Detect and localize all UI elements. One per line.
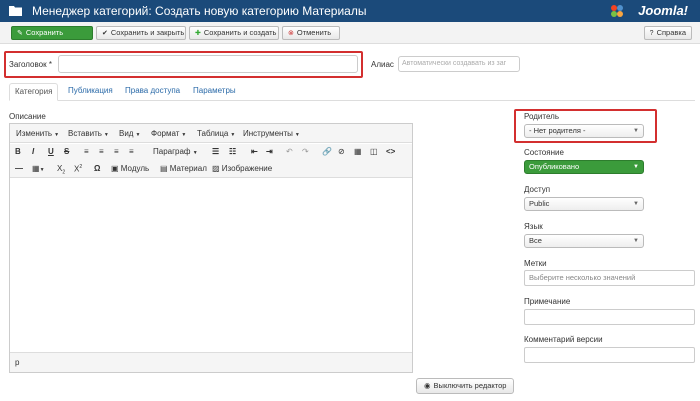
access-select[interactable]: Public ▼ <box>524 197 644 211</box>
save-close-button[interactable]: ✔ Сохранить и закрыть <box>96 26 186 40</box>
state-select[interactable]: Опубликовано ▼ <box>524 160 644 174</box>
joomla-logo-icon <box>611 5 623 17</box>
eye-icon: ◉ <box>424 381 431 390</box>
chevron-down-icon: ▼ <box>633 164 639 170</box>
app-header: Менеджер категорий: Создать новую катего… <box>0 0 700 22</box>
unlink-icon[interactable]: ⊘ <box>338 147 345 156</box>
menu-format[interactable]: Формат ▼ <box>151 129 186 138</box>
bullet-list-icon[interactable]: ☰ <box>212 147 219 156</box>
chevron-down-icon: ▼ <box>633 201 639 207</box>
language-label: Язык <box>524 222 543 231</box>
save-button[interactable]: ✎ Сохранить <box>11 26 93 40</box>
menu-tools[interactable]: Инструменты ▼ <box>243 129 300 138</box>
tab-options[interactable]: Параметры <box>188 83 241 101</box>
parent-select[interactable]: - Нет родителя - ▼ <box>524 124 644 138</box>
strikethrough-icon[interactable]: S <box>64 147 69 156</box>
indent-icon[interactable]: ⇥ <box>266 147 273 156</box>
toolbar: ✎ Сохранить ✔ Сохранить и закрыть ✚ Сохрани… <box>0 22 700 44</box>
special-char-icon[interactable]: Ω <box>94 164 100 173</box>
redo-icon[interactable]: ↷ <box>302 147 309 156</box>
check-icon: ✔ <box>102 30 108 37</box>
menu-insert[interactable]: Вставить ▼ <box>68 129 109 138</box>
editor-menubar: Изменить ▼ Вставить ▼ Вид ▼ Формат ▼ Таблица… <box>10 124 412 143</box>
editor-toolbar-row-2: — ▦▼ X2 X2 Ω ▣ Модуль ▤ Материал ▨ Изобр… <box>10 161 412 178</box>
title-label: Заголовок * <box>9 60 52 69</box>
tags-label: Метки <box>524 259 547 268</box>
question-icon: ? <box>649 30 654 37</box>
chevron-down-icon: ▼ <box>633 238 639 244</box>
numbered-list-icon[interactable]: ☷ <box>229 147 236 156</box>
page-title: Менеджер категорий: Создать новую катего… <box>32 4 367 18</box>
state-label: Состояние <box>524 148 564 157</box>
cancel-icon: ⊗ <box>288 30 294 37</box>
align-right-icon[interactable]: ≡ <box>114 147 119 156</box>
picture-icon: ▨ <box>212 164 220 173</box>
underline-icon[interactable]: U <box>48 147 54 156</box>
superscript-icon[interactable]: X2 <box>74 164 82 174</box>
tab-permissions[interactable]: Права доступа <box>120 83 185 101</box>
alias-label: Алиас <box>371 60 394 69</box>
version-note-label: Комментарий версии <box>524 335 603 344</box>
editor-toolbar-row-1: B I U S ≡ ≡ ≡ ≡ Параграф ▼ ☰ ☷ ⇤ ⇥ ↶ ↷ 🔗… <box>10 144 412 161</box>
module-button[interactable]: ▣ Модуль <box>111 164 149 173</box>
subscript-icon[interactable]: X2 <box>57 164 65 176</box>
language-select[interactable]: Все ▼ <box>524 234 644 248</box>
toggle-editor-button[interactable]: ◉ Выключить редактор <box>416 378 515 394</box>
horizontal-rule-icon[interactable]: — <box>15 164 23 173</box>
alias-input[interactable]: Автоматически создавать из заг <box>398 56 520 72</box>
cancel-button[interactable]: ⊗ Отменить <box>282 26 340 40</box>
paragraph-select[interactable]: Параграф ▼ <box>153 147 198 156</box>
italic-icon[interactable]: I <box>32 147 34 156</box>
chevron-down-icon: ▼ <box>633 128 639 134</box>
version-note-input[interactable] <box>524 347 695 363</box>
save-icon: ✎ <box>17 30 23 37</box>
align-center-icon[interactable]: ≡ <box>99 147 104 156</box>
joomla-logo-text: Joomla! <box>638 3 688 18</box>
note-label: Примечание <box>524 297 571 306</box>
editor-status-bar: p <box>10 352 412 372</box>
menu-view[interactable]: Вид ▼ <box>119 129 140 138</box>
table-icon[interactable]: ▦▼ <box>32 164 45 173</box>
article-button[interactable]: ▤ Материал <box>160 164 207 173</box>
article-icon: ▤ <box>160 164 168 173</box>
plus-icon: ✚ <box>195 30 201 37</box>
image-icon[interactable]: ▦ <box>354 147 362 156</box>
undo-icon[interactable]: ↶ <box>286 147 293 156</box>
link-icon[interactable]: 🔗 <box>322 147 332 156</box>
align-left-icon[interactable]: ≡ <box>84 147 89 156</box>
title-input[interactable] <box>58 55 358 73</box>
folder-icon <box>9 6 22 16</box>
access-label: Доступ <box>524 185 551 194</box>
help-button[interactable]: ? Справка <box>643 26 692 40</box>
outdent-icon[interactable]: ⇤ <box>251 147 258 156</box>
align-justify-icon[interactable]: ≡ <box>129 147 134 156</box>
tags-input[interactable]: Выберите несколько значений <box>524 270 695 286</box>
image-button[interactable]: ▨ Изображение <box>212 164 272 173</box>
tab-category[interactable]: Категория <box>9 83 59 101</box>
save-new-button[interactable]: ✚ Сохранить и создать <box>189 26 279 40</box>
bold-icon[interactable]: B <box>15 147 21 156</box>
menu-edit[interactable]: Изменить ▼ <box>16 129 59 138</box>
description-editor[interactable]: Изменить ▼ Вставить ▼ Вид ▼ Формат ▼ Таблица… <box>9 123 413 373</box>
tab-publishing[interactable]: Публикация <box>63 83 118 101</box>
menu-table[interactable]: Таблица ▼ <box>197 129 235 138</box>
parent-label: Родитель <box>524 112 559 121</box>
module-icon: ▣ <box>111 164 119 173</box>
note-input[interactable] <box>524 309 695 325</box>
element-path: p <box>15 358 20 367</box>
clear-format-icon[interactable]: ◫ <box>370 147 378 156</box>
description-label: Описание <box>9 112 46 121</box>
tab-bar: Категория Публикация Права доступа Парам… <box>9 83 695 101</box>
code-icon[interactable]: <> <box>386 147 395 156</box>
